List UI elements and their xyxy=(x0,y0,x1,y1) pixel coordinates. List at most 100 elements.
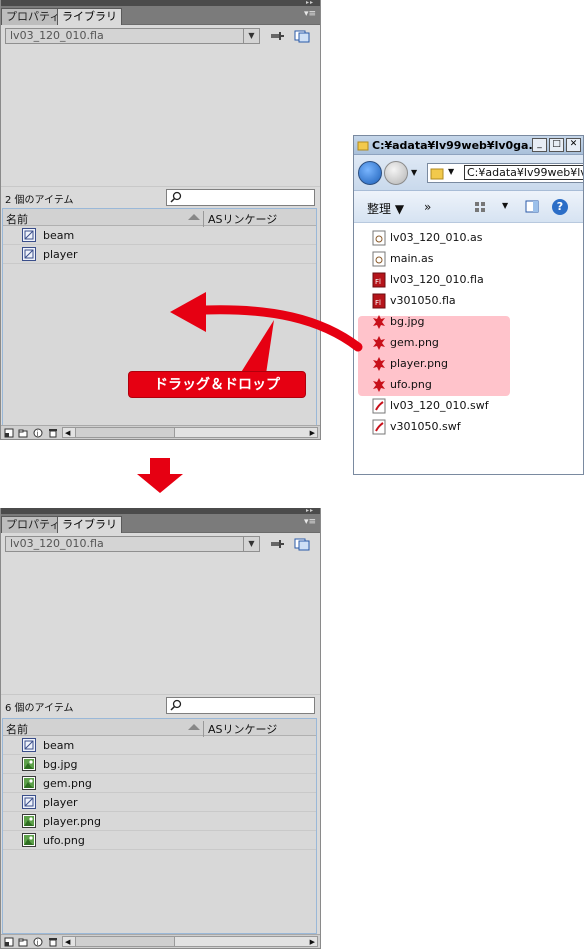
explorer-file-item[interactable]: lv03_120_010.as xyxy=(370,227,570,248)
address-text[interactable]: C:¥adata¥lv99web¥lv0 xyxy=(464,165,583,180)
pin-library-icon[interactable] xyxy=(269,537,285,551)
panel-menu-icon[interactable]: ▾≡ xyxy=(304,9,316,19)
column-name[interactable]: 名前 xyxy=(6,721,28,737)
movieclip-symbol-icon xyxy=(22,795,36,809)
tab-properties[interactable]: プロパティ xyxy=(1,516,66,533)
library-file-row: lv03_120_010.fla ▼ xyxy=(1,533,320,555)
new-folder-icon[interactable] xyxy=(18,428,28,438)
image-file-icon xyxy=(372,377,386,393)
preview-pane-icon[interactable] xyxy=(525,200,539,213)
address-bar[interactable]: ▼ C:¥adata¥lv99web¥lv0 xyxy=(427,163,583,183)
explorer-file-item[interactable]: Fl lv03_120_010.fla xyxy=(370,269,570,290)
forward-arrow-icon[interactable] xyxy=(384,161,408,185)
explorer-file-item[interactable]: Fl v301050.fla xyxy=(370,290,570,311)
library-bottom-bar: i ◀ ▶ xyxy=(1,934,320,948)
search-icon xyxy=(170,191,182,203)
new-symbol-icon[interactable] xyxy=(4,428,14,438)
explorer-nav-bar: ▼ ▼ C:¥adata¥lv99web¥lv0 xyxy=(354,155,583,191)
explorer-file-label: v301050.fla xyxy=(390,294,456,307)
views-icon[interactable] xyxy=(474,201,486,213)
library-item[interactable]: bg.jpg xyxy=(3,755,316,774)
chevron-down-icon[interactable]: ▼ xyxy=(243,29,259,43)
scroll-thumb[interactable] xyxy=(75,937,175,946)
minimize-button[interactable]: _ xyxy=(532,138,547,152)
explorer-file-item[interactable]: gem.png xyxy=(370,332,570,353)
horizontal-scrollbar[interactable]: ◀ ▶ xyxy=(62,427,318,438)
back-arrow-icon[interactable] xyxy=(358,161,382,185)
down-arrow-icon xyxy=(137,458,183,493)
svg-text:i: i xyxy=(37,430,39,438)
more-commands-button[interactable]: » xyxy=(424,200,431,214)
movieclip-symbol-icon xyxy=(22,738,36,752)
library-search-input[interactable] xyxy=(166,697,315,714)
organize-button[interactable]: 整理 ▼ xyxy=(367,200,404,217)
explorer-title-bar[interactable]: C:¥adata¥lv99web¥lv0ga... _ □ ✕ xyxy=(354,136,583,155)
column-linkage[interactable]: ASリンケージ xyxy=(203,721,277,737)
new-symbol-icon[interactable] xyxy=(4,937,14,947)
library-file-select[interactable]: lv03_120_010.fla ▼ xyxy=(5,28,260,44)
tab-properties[interactable]: プロパティ xyxy=(1,8,66,25)
chevron-down-icon[interactable]: ▼ xyxy=(243,537,259,551)
scroll-right-icon[interactable]: ▶ xyxy=(310,938,315,946)
sort-ascending-icon[interactable] xyxy=(188,724,200,730)
maximize-button[interactable]: □ xyxy=(549,138,564,152)
horizontal-scrollbar[interactable]: ◀ ▶ xyxy=(62,936,318,947)
properties-icon[interactable]: i xyxy=(33,937,43,947)
library-item-label: player xyxy=(43,796,78,809)
svg-text:Fl: Fl xyxy=(375,278,381,286)
library-file-name: lv03_120_010.fla xyxy=(10,537,104,550)
library-item-label: ufo.png xyxy=(43,834,85,847)
item-count: 6 個のアイテム xyxy=(5,703,74,714)
column-name[interactable]: 名前 xyxy=(6,211,28,227)
close-button[interactable]: ✕ xyxy=(566,138,581,152)
tab-library[interactable]: ライブラリ xyxy=(57,8,122,25)
column-linkage[interactable]: ASリンケージ xyxy=(203,211,277,227)
explorer-file-item[interactable]: player.png xyxy=(370,353,570,374)
panel-menu-icon[interactable]: ▾≡ xyxy=(304,517,316,527)
movieclip-symbol-icon xyxy=(22,247,36,261)
library-item[interactable]: beam xyxy=(3,226,316,245)
library-item[interactable]: gem.png xyxy=(3,774,316,793)
scroll-thumb[interactable] xyxy=(75,428,175,437)
help-icon[interactable]: ? xyxy=(552,199,568,215)
new-folder-icon[interactable] xyxy=(18,937,28,947)
library-item[interactable]: ufo.png xyxy=(3,831,316,850)
tab-library[interactable]: ライブラリ xyxy=(57,516,122,533)
explorer-command-bar: 整理 ▼ » ▼ ? xyxy=(354,191,583,223)
library-item[interactable]: player xyxy=(3,245,316,264)
history-dropdown-icon[interactable]: ▼ xyxy=(411,168,417,177)
library-bottom-bar: i ◀ ▶ xyxy=(1,425,320,439)
explorer-file-item[interactable]: lv03_120_010.swf xyxy=(370,395,570,416)
library-list-header: 名前 ASリンケージ xyxy=(3,209,316,227)
scroll-right-icon[interactable]: ▶ xyxy=(310,429,315,437)
bitmap-icon xyxy=(22,757,36,771)
trash-icon[interactable] xyxy=(48,428,58,438)
library-file-name: lv03_120_010.fla xyxy=(10,29,104,42)
library-preview-area xyxy=(1,47,320,187)
views-dropdown-icon[interactable]: ▼ xyxy=(502,201,508,210)
trash-icon[interactable] xyxy=(48,937,58,947)
explorer-file-item[interactable]: ufo.png xyxy=(370,374,570,395)
library-item[interactable]: player xyxy=(3,793,316,812)
properties-icon[interactable]: i xyxy=(33,428,43,438)
library-item[interactable]: beam xyxy=(3,736,316,755)
library-item[interactable]: player.png xyxy=(3,812,316,831)
address-dropdown-icon[interactable]: ▼ xyxy=(448,167,454,176)
explorer-file-item[interactable]: bg.jpg xyxy=(370,311,570,332)
library-preview-area xyxy=(1,555,320,695)
new-library-panel-icon[interactable] xyxy=(294,537,310,551)
library-search-input[interactable] xyxy=(166,189,315,206)
pin-library-icon[interactable] xyxy=(269,29,285,43)
sort-ascending-icon[interactable] xyxy=(188,214,200,220)
image-file-icon xyxy=(372,335,386,351)
scroll-left-icon[interactable]: ◀ xyxy=(65,429,70,437)
explorer-file-label: player.png xyxy=(390,357,449,370)
explorer-file-label: lv03_120_010.as xyxy=(390,231,483,244)
explorer-file-item[interactable]: main.as xyxy=(370,248,570,269)
scroll-left-icon[interactable]: ◀ xyxy=(65,938,70,946)
item-count: 2 個のアイテム xyxy=(5,195,74,206)
new-library-panel-icon[interactable] xyxy=(294,29,310,43)
library-file-select[interactable]: lv03_120_010.fla ▼ xyxy=(5,536,260,552)
library-panel-after: ▸▸ プロパティ ライブラリ ▾≡ lv03_120_010.fla ▼ 6 個… xyxy=(0,508,321,949)
explorer-file-item[interactable]: v301050.swf xyxy=(370,416,570,437)
